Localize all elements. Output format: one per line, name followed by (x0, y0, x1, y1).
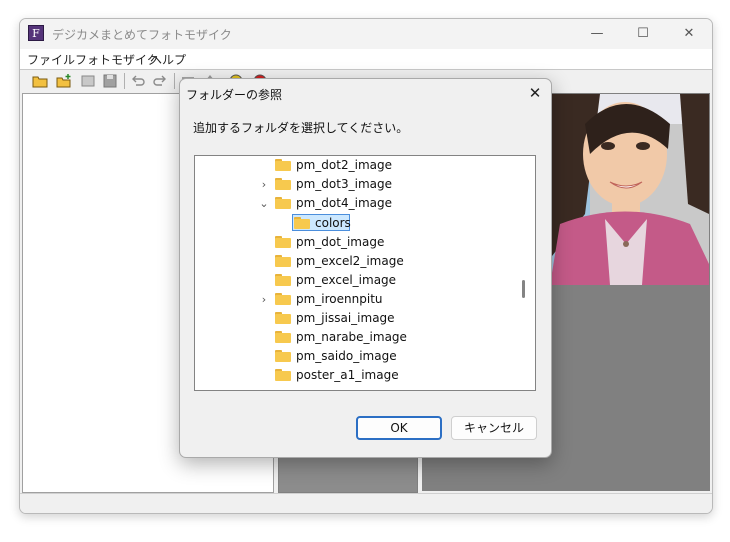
tree-item-selected[interactable]: colors (195, 214, 517, 233)
expand-icon[interactable] (259, 328, 269, 347)
dialog-title: フォルダーの参照 (186, 88, 283, 102)
image-icon[interactable] (80, 73, 96, 89)
folder-icon (275, 236, 291, 248)
expand-icon[interactable] (259, 309, 269, 328)
tree-item-label: pm_dot4_image (296, 196, 392, 210)
menu-help[interactable]: ヘルプ (150, 51, 186, 68)
tree-item-label: pm_narabe_image (296, 330, 407, 344)
folder-tree[interactable]: pm_dot2_image › pm_dot3_image ⌄ pm_dot4_… (194, 155, 536, 391)
status-bar (20, 493, 712, 513)
ok-button[interactable]: OK (356, 416, 442, 440)
browse-folder-dialog: フォルダーの参照 ✕ 追加するフォルダを選択してください。 pm_dot2_im… (179, 78, 552, 458)
folder-icon (275, 197, 291, 209)
tree-item[interactable]: pm_excel_image (195, 271, 517, 290)
tree-item[interactable]: poster_a1_image (195, 366, 517, 385)
expand-icon[interactable] (259, 366, 269, 385)
tree-item-label: pm_dot3_image (296, 177, 392, 191)
tree-item-label: pm_excel_image (296, 273, 397, 287)
tree-item[interactable]: pm_dot_image (195, 233, 517, 252)
open-folder-icon[interactable] (32, 73, 48, 89)
chevron-right-icon[interactable]: › (259, 175, 269, 194)
save-icon[interactable] (102, 73, 118, 89)
expand-icon[interactable] (259, 347, 269, 366)
expand-icon[interactable] (259, 271, 269, 290)
tree-item-label: poster_a1_image (296, 368, 399, 382)
menu-bar: ファイル フォトモザイク ヘルプ (20, 49, 712, 69)
tree-item[interactable]: pm_dot2_image (195, 156, 517, 175)
tree-item-label: pm_dot_image (296, 235, 385, 249)
close-button[interactable]: ✕ (666, 19, 712, 49)
tree-item-label: pm_excel2_image (296, 254, 404, 268)
tree-item[interactable]: pm_jissai_image (195, 309, 517, 328)
toolbar-separator (124, 73, 125, 89)
toolbar-separator (174, 73, 175, 89)
tree-item-label: pm_dot2_image (296, 158, 392, 172)
undo-icon[interactable] (130, 73, 146, 89)
tree-item-label: colors (315, 216, 351, 230)
tree-item[interactable]: › pm_iroennpitu (195, 290, 517, 309)
maximize-button[interactable]: ☐ (620, 19, 666, 49)
folder-icon (275, 331, 291, 343)
minimize-button[interactable]: — (574, 19, 620, 49)
app-icon: F (28, 25, 44, 41)
cancel-button[interactable]: キャンセル (451, 416, 537, 440)
folder-icon (275, 293, 291, 305)
folder-icon (275, 369, 291, 381)
preview-photo (530, 94, 709, 285)
new-folder-icon[interactable] (56, 73, 72, 89)
folder-icon (275, 312, 291, 324)
title-bar[interactable]: F デジカメまとめてフォトモザイク — ☐ ✕ (20, 19, 712, 49)
tree-item-label: pm_jissai_image (296, 311, 395, 325)
folder-icon (275, 178, 291, 190)
menu-photomosaic[interactable]: フォトモザイク (75, 51, 159, 68)
tree-item[interactable]: pm_excel2_image (195, 252, 517, 271)
expand-icon[interactable] (259, 233, 269, 252)
expand-icon[interactable] (259, 156, 269, 175)
chevron-right-icon[interactable]: › (259, 290, 269, 309)
menu-file[interactable]: ファイル (27, 51, 75, 68)
tree-item[interactable]: ⌄ pm_dot4_image (195, 194, 517, 213)
dialog-message: 追加するフォルダを選択してください。 (193, 121, 409, 135)
chevron-down-icon[interactable]: ⌄ (259, 194, 269, 213)
dialog-close-button[interactable]: ✕ (524, 82, 546, 104)
folder-icon (275, 274, 291, 286)
tree-scrollbar-thumb[interactable] (522, 280, 525, 298)
folder-icon (275, 159, 291, 171)
tree-item[interactable]: pm_saido_image (195, 347, 517, 366)
folder-icon (275, 255, 291, 267)
expand-icon[interactable] (259, 252, 269, 271)
tree-item-label: pm_saido_image (296, 349, 397, 363)
app-title: デジカメまとめてフォトモザイク (52, 28, 232, 42)
tree-item[interactable]: pm_narabe_image (195, 328, 517, 347)
tree-item[interactable]: › pm_dot3_image (195, 175, 517, 194)
redo-icon[interactable] (152, 73, 168, 89)
folder-icon (275, 350, 291, 362)
tree-item-label: pm_iroennpitu (296, 292, 383, 306)
folder-icon (294, 217, 310, 229)
